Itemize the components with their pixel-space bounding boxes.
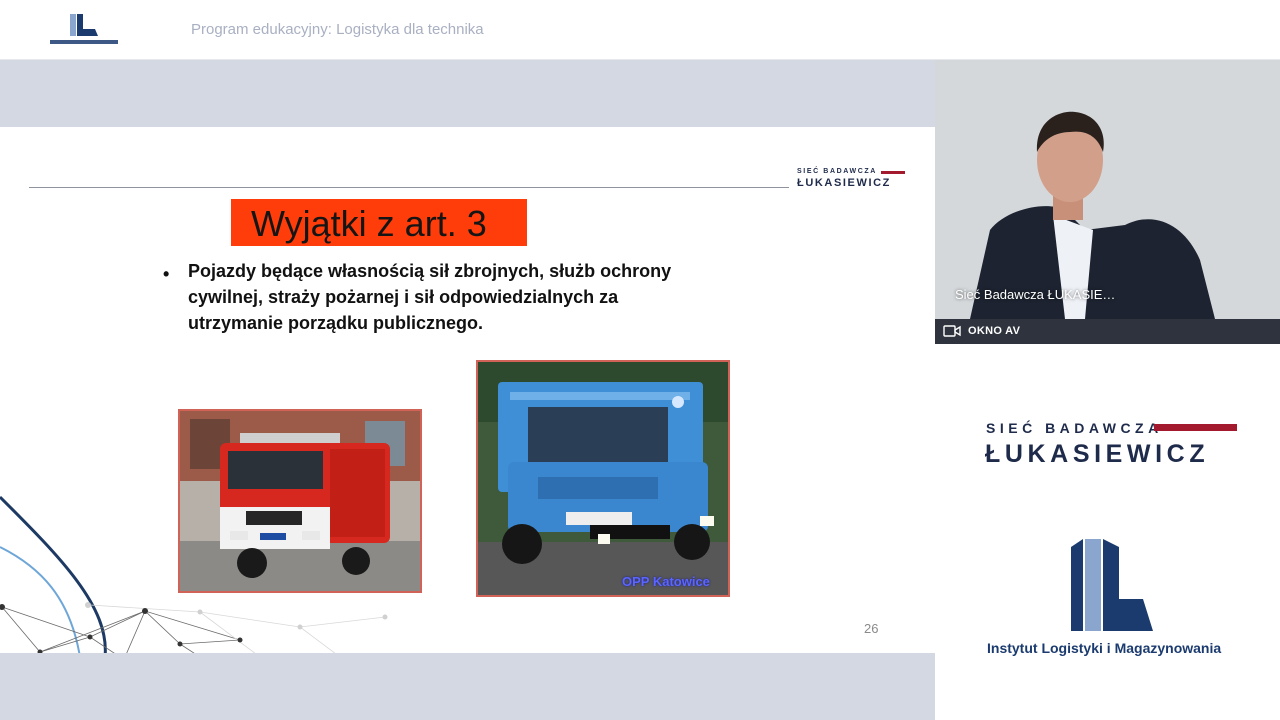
- presentation-slide: SIEĆ BADAWCZA ŁUKASIEWICZ Wyjątki z art.…: [0, 127, 935, 653]
- slide-header-rule: [29, 187, 789, 188]
- av-window-label[interactable]: OKNO AV: [968, 325, 1020, 337]
- participant-name: Sieć Badawcza ŁUKASIE…: [955, 287, 1116, 302]
- police-truck-illustration: [478, 362, 728, 595]
- slide-stage: SIEĆ BADAWCZA ŁUKASIEWICZ Wyjątki z art.…: [0, 60, 935, 720]
- top-bar: Program edukacyjny: Logistyka dla techni…: [0, 0, 1280, 60]
- police-truck-photo: OPP Katowice: [476, 360, 730, 597]
- camera-icon[interactable]: [943, 324, 961, 338]
- program-title: Program edukacyjny: Logistyka dla techni…: [191, 21, 484, 38]
- presenter-video: [935, 60, 1280, 319]
- ilim-large-logo: [1071, 539, 1153, 631]
- slide-brand-bar: [881, 171, 905, 174]
- bullet-text: Pojazdy będące własnością sił zbrojnych,…: [188, 261, 672, 333]
- bullet-symbol: •: [163, 264, 170, 284]
- slide-title-box: Wyjątki z art. 3: [231, 199, 527, 246]
- photo-caption: OPP Katowice: [622, 574, 710, 589]
- slide-page-number: 26: [864, 621, 879, 636]
- brand-line2: ŁUKASIEWICZ: [985, 440, 1210, 468]
- brand-line1: SIEĆ BADAWCZA: [986, 420, 1163, 436]
- network-decoration: [0, 495, 388, 653]
- slide-brand-line2: ŁUKASIEWICZ: [797, 177, 891, 189]
- slide-brand-line1: SIEĆ BADAWCZA: [797, 168, 877, 175]
- side-branding: SIEĆ BADAWCZA ŁUKASIEWICZ Instytut Logis…: [935, 344, 1280, 720]
- institute-name: Instytut Logistyki i Magazynowania: [987, 640, 1222, 656]
- slide-brand-logo: SIEĆ BADAWCZA ŁUKASIEWICZ: [797, 167, 909, 191]
- slide-title: Wyjątki z art. 3: [251, 203, 487, 244]
- av-window-bar[interactable]: OKNO AV: [935, 319, 1280, 344]
- ilim-logo-icon[interactable]: [48, 12, 120, 48]
- brand-accent-bar: [1154, 424, 1237, 431]
- video-feed[interactable]: Sieć Badawcza ŁUKASIE…: [935, 60, 1280, 319]
